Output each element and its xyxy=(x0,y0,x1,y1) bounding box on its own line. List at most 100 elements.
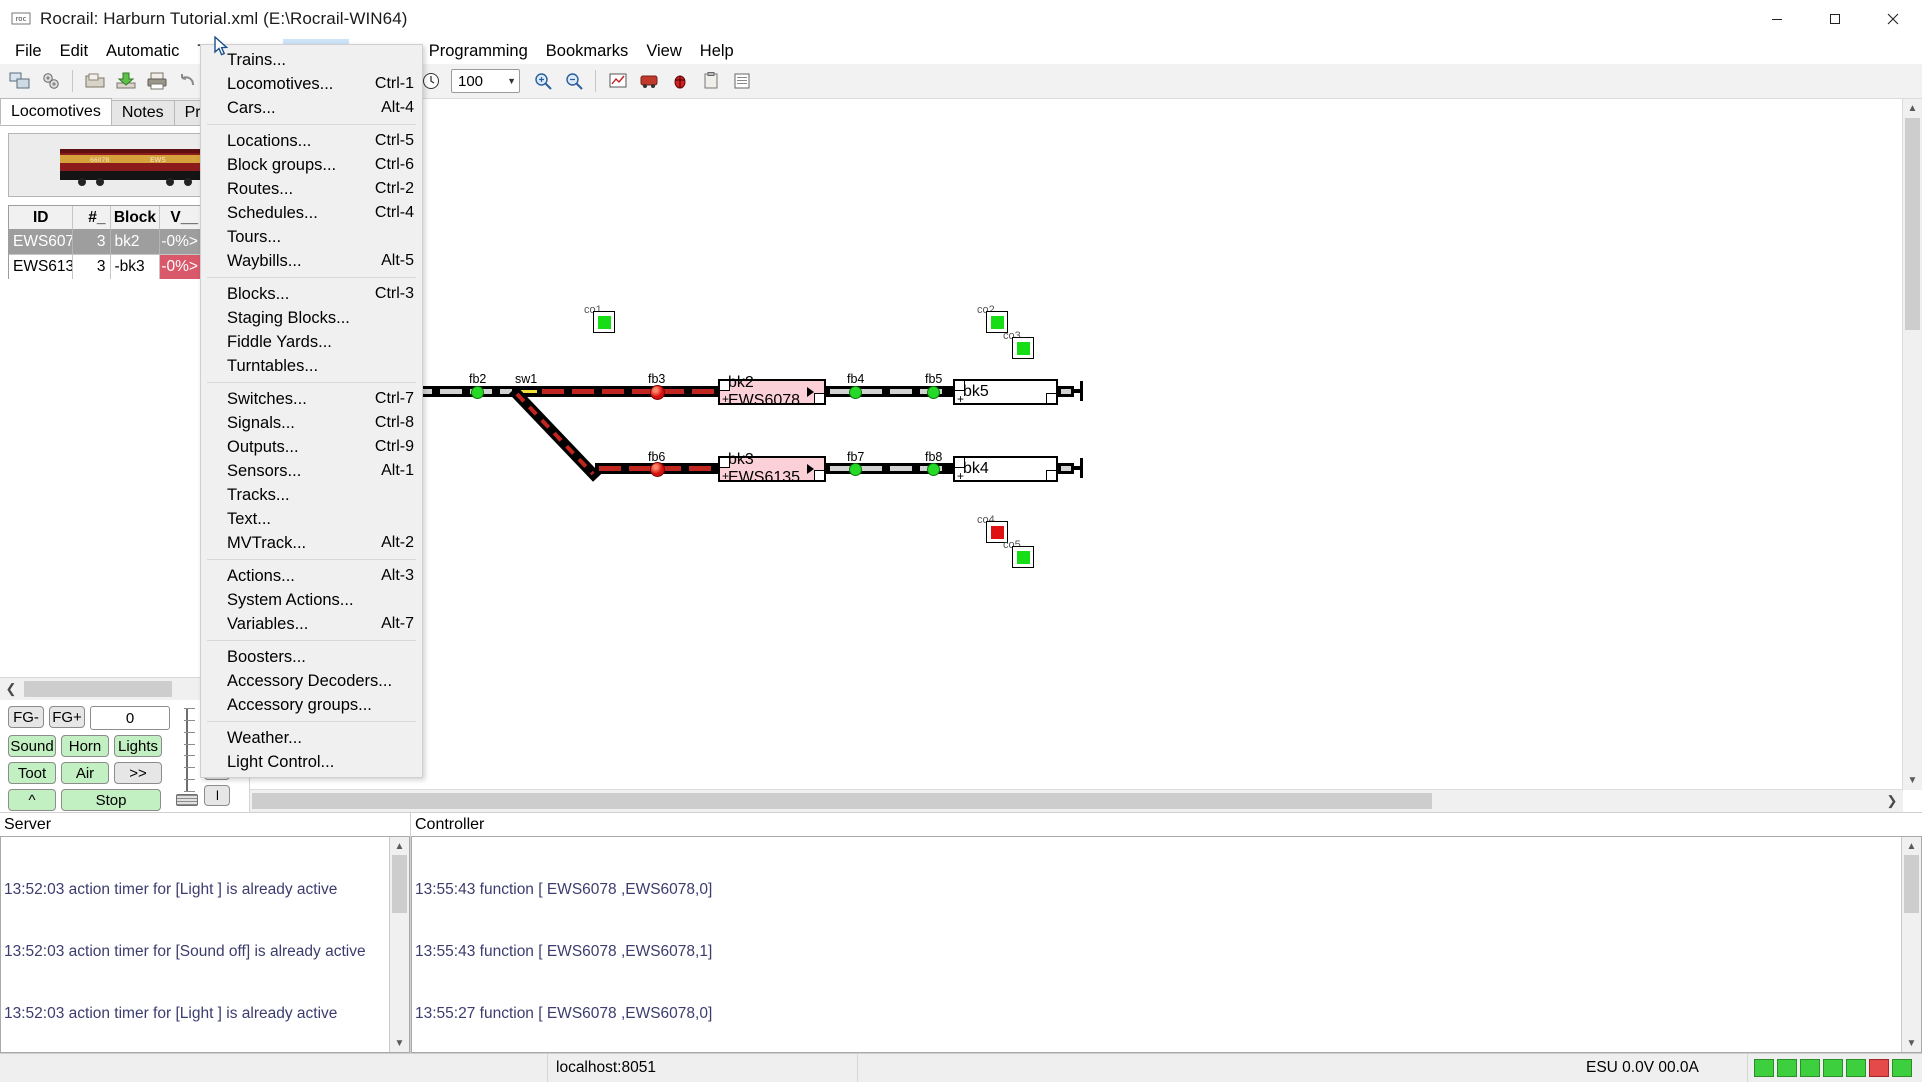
sensor-fb2[interactable] xyxy=(471,386,484,399)
signal-co3[interactable] xyxy=(1012,337,1034,359)
menu-item-text[interactable]: Text... xyxy=(201,507,422,531)
sensor-fb7[interactable] xyxy=(849,463,862,476)
menu-item-signals[interactable]: Signals... Ctrl-8 xyxy=(201,411,422,435)
scroll-up-icon[interactable]: ▲ xyxy=(1903,99,1922,118)
menu-item-schedules[interactable]: Schedules... Ctrl-4 xyxy=(201,201,422,225)
menu-item-turntables[interactable]: Turntables... xyxy=(201,354,422,378)
menu-item-sensors[interactable]: Sensors... Alt-1 xyxy=(201,459,422,483)
forward-button[interactable]: >> xyxy=(114,762,162,784)
menu-item-actions[interactable]: Actions... Alt-3 xyxy=(201,564,422,588)
open-folder-icon[interactable] xyxy=(80,67,109,96)
menu-item-accessory-decoders[interactable]: Accessory Decoders... xyxy=(201,669,422,693)
controller-log-scrollbar[interactable]: ▲ ▼ xyxy=(1901,837,1921,1052)
zoom-in-icon[interactable] xyxy=(528,67,557,96)
tab-notes[interactable]: Notes xyxy=(110,100,175,125)
menu-item-weather[interactable]: Weather... xyxy=(201,726,422,750)
sensor-fb8[interactable] xyxy=(927,463,940,476)
signal-co5[interactable] xyxy=(1012,546,1034,568)
menu-item-block-groups[interactable]: Block groups... Ctrl-6 xyxy=(201,153,422,177)
minimize-button[interactable] xyxy=(1748,0,1806,38)
scroll-down-icon[interactable]: ▼ xyxy=(1902,1034,1921,1052)
block-bk4[interactable]: bk4 + xyxy=(953,456,1058,483)
menu-item-routes[interactable]: Routes... Ctrl-2 xyxy=(201,177,422,201)
workspace-icon[interactable] xyxy=(5,67,34,96)
sensor-fb4[interactable] xyxy=(849,386,862,399)
chart-icon[interactable] xyxy=(603,67,632,96)
stop-button[interactable]: Stop xyxy=(61,789,161,811)
menu-file[interactable]: File xyxy=(6,39,51,65)
air-button[interactable]: Air xyxy=(61,762,109,784)
track-plan-canvas[interactable]: co1 co2 co3 co4 co5 fb2 sw1 fb3 bk2 EWS6… xyxy=(250,99,1922,812)
scroll-thumb[interactable] xyxy=(24,681,172,697)
scroll-thumb-horizontal[interactable] xyxy=(252,793,1432,809)
column-header-block[interactable]: Block xyxy=(110,206,161,230)
scroll-up-icon[interactable]: ▲ xyxy=(390,837,409,855)
sensor-fb5[interactable] xyxy=(927,386,940,399)
bug-icon[interactable] xyxy=(665,67,694,96)
menu-bookmarks[interactable]: Bookmarks xyxy=(537,39,638,65)
zoom-out-icon[interactable] xyxy=(559,67,588,96)
clipboard-icon[interactable] xyxy=(696,67,725,96)
menu-item-mvtrack[interactable]: MVTrack... Alt-2 xyxy=(201,531,422,555)
maximize-button[interactable] xyxy=(1806,0,1864,38)
menu-item-cars[interactable]: Cars... Alt-4 xyxy=(201,96,422,120)
menu-item-waybills[interactable]: Waybills... Alt-5 xyxy=(201,249,422,273)
menu-programming[interactable]: Programming xyxy=(420,39,537,65)
plan-vscrollbar[interactable]: ▲ ▼ xyxy=(1902,99,1922,790)
menu-automatic[interactable]: Automatic xyxy=(97,39,188,65)
lights-button[interactable]: Lights xyxy=(114,735,162,757)
menu-edit[interactable]: Edit xyxy=(51,39,97,65)
sensor-fb3[interactable] xyxy=(650,385,665,400)
menu-item-trains[interactable]: Trains... xyxy=(201,48,422,72)
menu-item-staging-blocks[interactable]: Staging Blocks... xyxy=(201,306,422,330)
undo-icon[interactable] xyxy=(173,67,202,96)
tab-locomotives[interactable]: Locomotives xyxy=(0,98,112,125)
save-download-icon[interactable] xyxy=(111,67,140,96)
menu-item-tracks[interactable]: Tracks... xyxy=(201,483,422,507)
list-icon[interactable] xyxy=(727,67,756,96)
menu-item-switches[interactable]: Switches... Ctrl-7 xyxy=(201,387,422,411)
menu-help[interactable]: Help xyxy=(691,39,743,65)
server-log-scrollbar[interactable]: ▲ ▼ xyxy=(389,837,409,1052)
fg-plus-button[interactable]: FG+ xyxy=(49,706,85,728)
close-button[interactable] xyxy=(1864,0,1922,38)
column-header-v[interactable]: V__ xyxy=(160,206,203,230)
menu-item-fiddle-yards[interactable]: Fiddle Yards... xyxy=(201,330,422,354)
block-bk3[interactable]: bk3 EWS6135 + xyxy=(718,451,826,486)
scroll-thumb-vertical[interactable] xyxy=(1905,118,1920,330)
menu-item-blocks[interactable]: Blocks... Ctrl-3 xyxy=(201,282,422,306)
menu-item-light-control[interactable]: Light Control... xyxy=(201,750,422,774)
menu-item-boosters[interactable]: Boosters... xyxy=(201,645,422,669)
block-bk5[interactable]: bk5 + xyxy=(953,379,1058,406)
menu-item-locomotives[interactable]: Locomotives... Ctrl-1 xyxy=(201,72,422,96)
scroll-down-icon[interactable]: ▼ xyxy=(1903,771,1922,790)
scroll-right-icon[interactable]: ❯ xyxy=(1881,793,1903,809)
scroll-thumb[interactable] xyxy=(1904,855,1919,913)
speed-value[interactable]: 0 xyxy=(90,706,170,730)
scroll-down-icon[interactable]: ▼ xyxy=(390,1034,409,1052)
loco-image-icon[interactable] xyxy=(634,67,663,96)
plan-hscrollbar[interactable]: ❯ xyxy=(250,789,1903,812)
menu-item-accessory-groups[interactable]: Accessory groups... xyxy=(201,693,422,717)
speed-slider[interactable] xyxy=(176,706,198,806)
sensor-fb6[interactable] xyxy=(650,462,665,477)
server-log-body[interactable]: 13:52:03 action timer for [Light ] is al… xyxy=(1,837,389,1052)
scroll-thumb[interactable] xyxy=(392,855,407,913)
menu-item-system-actions[interactable]: System Actions... xyxy=(201,588,422,612)
slider-knob[interactable] xyxy=(176,794,198,806)
fg-minus-button[interactable]: FG- xyxy=(8,706,44,728)
up-button[interactable]: ^ xyxy=(8,789,56,811)
column-header-number[interactable]: #_ xyxy=(73,206,111,230)
scroll-left-icon[interactable]: ❮ xyxy=(0,678,22,700)
menu-item-outputs[interactable]: Outputs... Ctrl-9 xyxy=(201,435,422,459)
menu-item-tours[interactable]: Tours... xyxy=(201,225,422,249)
controller-log-body[interactable]: 13:55:43 function [ EWS6078 ,EWS6078,0] … xyxy=(412,837,1901,1052)
menu-view[interactable]: View xyxy=(637,39,690,65)
zoom-level-select[interactable]: 100 ▼ xyxy=(451,69,520,93)
signal-co1[interactable] xyxy=(593,311,615,333)
settings-gears-icon[interactable] xyxy=(36,67,65,96)
throttle-step-1[interactable]: l xyxy=(204,784,230,806)
block-bk2[interactable]: bk2 EWS6078 + xyxy=(718,374,826,409)
column-header-id[interactable]: ID xyxy=(9,206,74,230)
toot-button[interactable]: Toot xyxy=(8,762,56,784)
